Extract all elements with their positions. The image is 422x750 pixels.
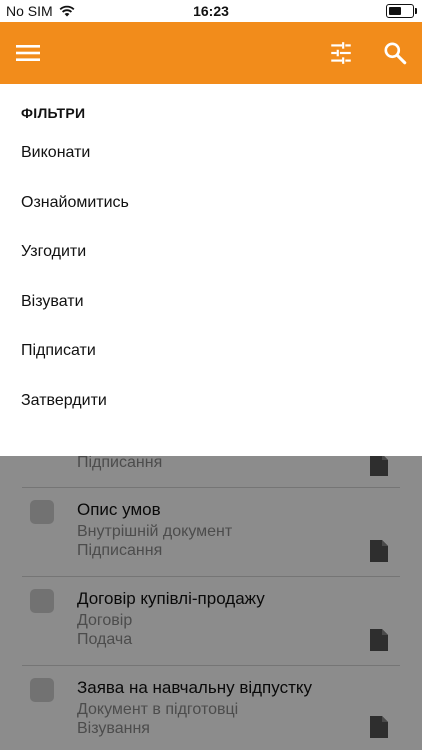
battery-indicator xyxy=(386,4,417,18)
filter-item-approve[interactable]: Затвердити xyxy=(0,382,422,422)
filter-item-label: Підписати xyxy=(21,342,96,359)
filters-heading: ФІЛЬТРИ xyxy=(21,105,86,121)
status-bar: No SIM 16:23 xyxy=(0,0,422,22)
filter-item-execute[interactable]: Виконати xyxy=(0,134,422,174)
filter-item-acquaint[interactable]: Ознайомитись xyxy=(0,184,422,224)
filter-item-label: Виконати xyxy=(21,144,91,161)
filter-item-label: Ознайомитись xyxy=(21,194,129,211)
filter-item-sign[interactable]: Підписати xyxy=(0,332,422,372)
menu-icon[interactable] xyxy=(16,41,40,65)
filter-item-label: Затвердити xyxy=(21,392,107,409)
filter-item-agree[interactable]: Узгодити xyxy=(0,233,422,273)
app-bar xyxy=(0,22,422,84)
battery-level xyxy=(389,7,402,15)
filter-item-label: Узгодити xyxy=(21,243,87,260)
tune-icon[interactable] xyxy=(328,40,354,66)
filter-item-label: Візувати xyxy=(21,293,84,310)
filter-item-endorse[interactable]: Візувати xyxy=(0,283,422,323)
search-icon[interactable] xyxy=(382,40,408,66)
filters-panel: ФІЛЬТРИ Виконати Ознайомитись Узгодити В… xyxy=(0,84,422,456)
battery-icon xyxy=(386,4,417,18)
clock: 16:23 xyxy=(193,3,229,19)
